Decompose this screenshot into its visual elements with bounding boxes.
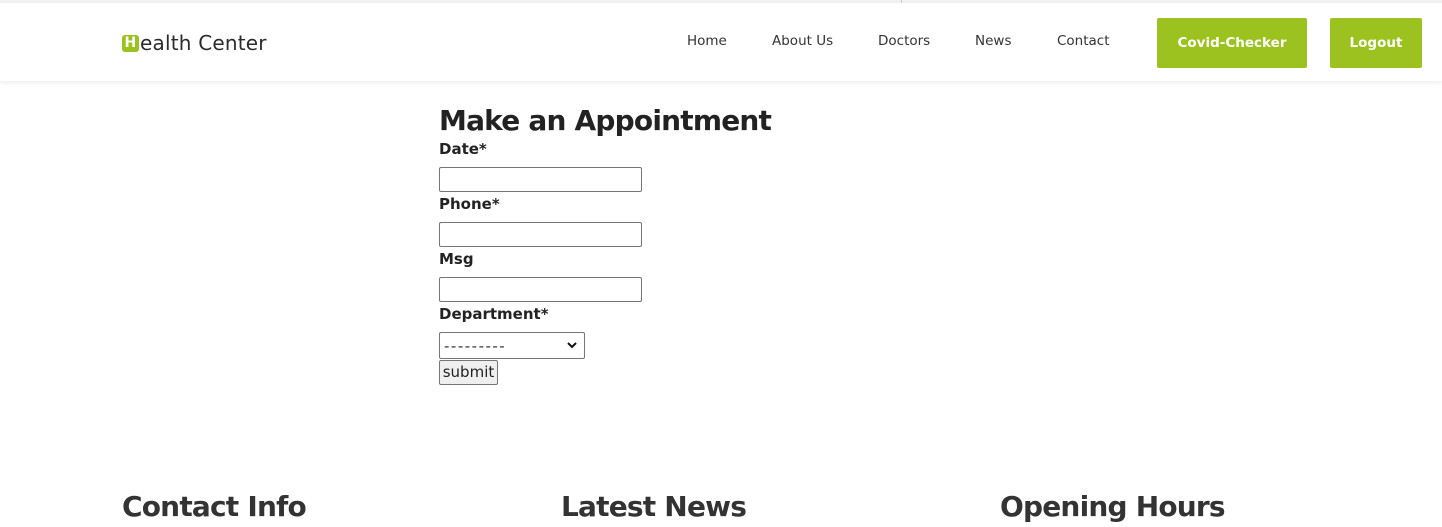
nav-about-us[interactable]: About Us [772, 33, 833, 49]
logout-button[interactable]: Logout [1330, 18, 1422, 68]
nav-doctors[interactable]: Doctors [878, 33, 930, 49]
department-label: Department* [439, 305, 549, 323]
department-select[interactable]: --------- [439, 332, 585, 359]
phone-label: Phone* [439, 195, 500, 213]
submit-button[interactable]: submit [439, 360, 498, 385]
site-header: H ealth Center Home About Us Doctors New… [0, 3, 1442, 81]
nav-home[interactable]: Home [687, 33, 727, 49]
phone-input[interactable] [439, 222, 642, 247]
date-label: Date* [439, 140, 487, 158]
footer-latest-news-heading: Latest News [561, 490, 747, 523]
msg-input[interactable] [439, 277, 642, 302]
nav-contact[interactable]: Contact [1057, 33, 1110, 49]
covid-checker-button[interactable]: Covid-Checker [1157, 18, 1307, 68]
footer-contact-info-heading: Contact Info [122, 490, 307, 523]
nav-news[interactable]: News [975, 33, 1011, 49]
msg-label: Msg [439, 250, 474, 268]
chevron-down-icon [567, 342, 577, 349]
page-title: Make an Appointment [439, 104, 772, 137]
date-input[interactable] [439, 167, 642, 192]
footer-opening-hours-heading: Opening Hours [1000, 490, 1226, 523]
department-selected-value: --------- [444, 336, 507, 355]
